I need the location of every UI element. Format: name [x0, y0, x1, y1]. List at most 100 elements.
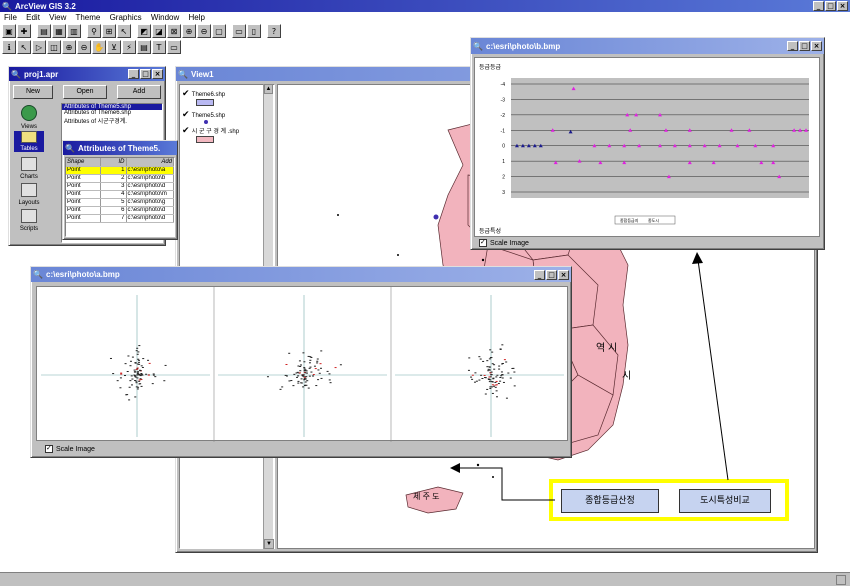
- table-row[interactable]: Point 7 c:\esri\photo\d: [66, 214, 174, 223]
- scatter-mark: [164, 364, 167, 366]
- category-layouts[interactable]: Layouts: [14, 183, 44, 206]
- toc-theme-1[interactable]: ✔ Theme6.shp: [182, 88, 262, 106]
- resize-grip-icon[interactable]: [836, 575, 846, 585]
- text-icon[interactable]: T: [152, 40, 166, 54]
- open-button[interactable]: Open: [63, 85, 107, 99]
- label-icon[interactable]: ▤: [137, 40, 151, 54]
- checkbox-checked-icon[interactable]: ✔: [182, 125, 190, 135]
- zoom-out-icon[interactable]: ⊖: [197, 24, 211, 38]
- table-row[interactable]: Point 2 c:\esri\photo\b: [66, 174, 174, 183]
- find-icon[interactable]: ⚲: [87, 24, 101, 38]
- table-cell: c:\esri\photo\d: [126, 206, 174, 215]
- legend-icon[interactable]: ▥: [67, 24, 81, 38]
- category-scripts[interactable]: Scripts: [14, 209, 44, 232]
- zoom-in-tool-icon[interactable]: ⊕: [62, 40, 76, 54]
- app-close-button[interactable]: ×: [837, 1, 848, 11]
- zoom-full-icon[interactable]: ◩: [137, 24, 151, 38]
- pan-icon[interactable]: ✋: [92, 40, 106, 54]
- menu-theme[interactable]: Theme: [75, 13, 100, 22]
- project-minimize-button[interactable]: _: [128, 69, 139, 79]
- menu-view[interactable]: View: [49, 13, 66, 22]
- scatter-mark: [308, 367, 311, 369]
- scatter-mark: [309, 366, 312, 368]
- locate-icon[interactable]: ⊞: [102, 24, 116, 38]
- photo-b-close-button[interactable]: ×: [811, 41, 822, 51]
- menu-bar: File Edit View Theme Graphics Window Hel…: [4, 13, 844, 23]
- doc-list-item[interactable]: Attributes of 시군구경계.: [62, 116, 162, 125]
- project-close-button[interactable]: ×: [152, 69, 163, 79]
- project-maximize-button[interactable]: □: [140, 69, 151, 79]
- toc-theme-3[interactable]: ✔ 시 군 구 경 계 .shp: [182, 125, 274, 143]
- scatter-mark: [124, 363, 127, 365]
- column-header[interactable]: Add: [126, 158, 174, 167]
- toc-theme-2[interactable]: ✔ Theme5.shp: [182, 109, 262, 124]
- category-views[interactable]: Views: [14, 105, 44, 130]
- app-maximize-button[interactable]: □: [825, 1, 836, 11]
- zoom-active-icon[interactable]: ◪: [152, 24, 166, 38]
- view-title: View1: [191, 69, 214, 79]
- zoom-in-icon[interactable]: ⊕: [182, 24, 196, 38]
- attributes-table-window[interactable]: 🔍 Attributes of Theme5. Shape ID Add Poi…: [62, 140, 178, 240]
- add-theme-icon[interactable]: ✚: [17, 24, 31, 38]
- scatter-mark: [297, 380, 300, 382]
- hotlink-icon[interactable]: ⚡: [122, 40, 136, 54]
- plot-area: [511, 78, 809, 198]
- category-charts[interactable]: Charts: [14, 157, 44, 180]
- query-icon[interactable]: ↖: [117, 24, 131, 38]
- table-row[interactable]: Point 4 c:\esri\photo\m: [66, 190, 174, 199]
- measure-icon[interactable]: ⊻: [107, 40, 121, 54]
- table-row[interactable]: Point 6 c:\esri\photo\d: [66, 206, 174, 215]
- table-icon[interactable]: ▦: [52, 24, 66, 38]
- print-icon[interactable]: ▯: [247, 24, 261, 38]
- column-header[interactable]: Shape: [66, 158, 101, 167]
- photo-a-scale-toggle[interactable]: ✓ Scale Image: [45, 445, 95, 453]
- attributes-grid[interactable]: Shape ID Add Point 1 c:\esri\photo\a Point 2…: [65, 157, 175, 237]
- category-tables[interactable]: Tables: [14, 131, 44, 152]
- help-icon[interactable]: ?: [267, 24, 281, 38]
- new-button[interactable]: New: [13, 85, 53, 99]
- pointer-icon[interactable]: ↖: [17, 40, 31, 54]
- column-header[interactable]: ID: [100, 158, 127, 167]
- theme5-point[interactable]: [433, 214, 439, 220]
- table-cell: 1: [100, 166, 127, 175]
- properties-icon[interactable]: ▤: [37, 24, 51, 38]
- photo-b-title: c:\esri\photo\b.bmp: [486, 41, 561, 51]
- menu-window[interactable]: Window: [151, 13, 179, 22]
- menu-help[interactable]: Help: [189, 13, 205, 22]
- callout-arrows: [450, 252, 729, 501]
- add-button[interactable]: Add: [117, 85, 161, 99]
- scatter-mark: [316, 362, 319, 364]
- table-row[interactable]: Point 1 c:\esri\photo\a: [66, 166, 174, 175]
- menu-edit[interactable]: Edit: [26, 13, 40, 22]
- layout-icon[interactable]: ▭: [232, 24, 246, 38]
- zoom-out-tool-icon[interactable]: ⊖: [77, 40, 91, 54]
- checkbox-checked-icon[interactable]: ✔: [182, 109, 190, 119]
- photo-b-minimize-button[interactable]: _: [787, 41, 798, 51]
- vertex-icon[interactable]: ▷: [32, 40, 46, 54]
- scatter-mark: [138, 380, 141, 382]
- photo-b-window[interactable]: 🔍 c:\esri\photo\b.bmp _ □ × 등급등급 -4 -3 -2-…: [470, 37, 825, 250]
- zoom-select-icon[interactable]: ⊠: [167, 24, 181, 38]
- table-row[interactable]: Point 5 c:\esri\photo\g: [66, 198, 174, 207]
- photo-b-maximize-button[interactable]: □: [799, 41, 810, 51]
- scatter-mark: [116, 380, 119, 382]
- app-minimize-button[interactable]: _: [813, 1, 824, 11]
- checkbox-checked-icon[interactable]: ✔: [182, 88, 190, 98]
- draw-icon[interactable]: ▭: [167, 40, 181, 54]
- checkbox-checked-icon[interactable]: ✓: [479, 239, 487, 247]
- table-row[interactable]: Point 3 c:\esri\photo\d: [66, 182, 174, 191]
- identify-icon[interactable]: ℹ: [2, 40, 16, 54]
- select-none-icon[interactable]: ▢: [212, 24, 226, 38]
- select-feature-icon[interactable]: ◫: [47, 40, 61, 54]
- legend-entry: 종합등급지: [620, 217, 639, 223]
- scroll-down-icon[interactable]: ▼: [264, 539, 274, 549]
- menu-file[interactable]: File: [4, 13, 17, 22]
- menu-graphics[interactable]: Graphics: [110, 13, 142, 22]
- table-cell: Point: [66, 206, 101, 215]
- scatter-mark: [303, 376, 306, 378]
- save-icon[interactable]: ▣: [2, 24, 16, 38]
- checkbox-checked-icon[interactable]: ✓: [45, 445, 53, 453]
- scroll-up-icon[interactable]: ▲: [264, 84, 273, 94]
- photo-b-scale-toggle[interactable]: ✓ Scale Image: [479, 239, 529, 247]
- scatter-mark: [145, 373, 148, 375]
